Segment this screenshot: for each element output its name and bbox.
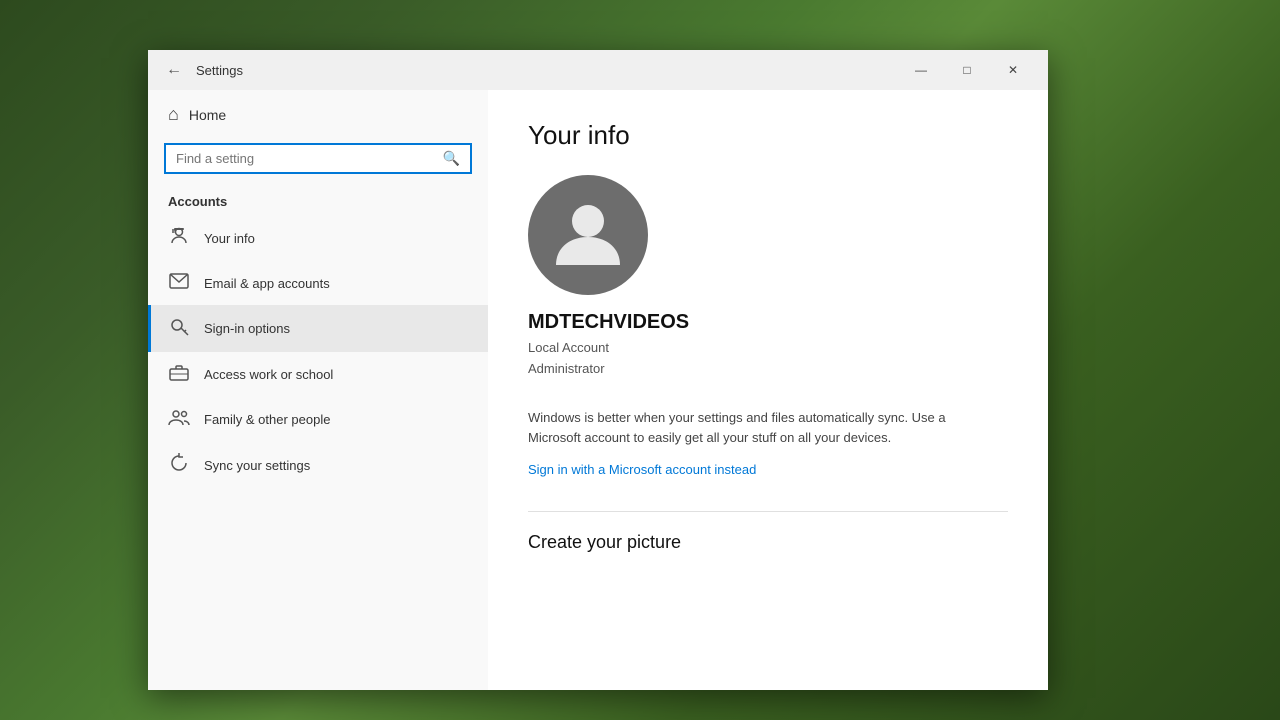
sync-settings-label: Sync your settings bbox=[204, 458, 310, 473]
user-name: MDTECHVIDEOS bbox=[528, 311, 689, 334]
avatar-section: MDTECHVIDEOS Local Account Administrator bbox=[528, 175, 1008, 380]
user-role-line1: Local Account bbox=[528, 338, 609, 359]
sidebar-item-sign-in-options[interactable]: Sign-in options bbox=[148, 305, 488, 352]
email-app-accounts-label: Email & app accounts bbox=[204, 276, 330, 291]
avatar-person-icon bbox=[548, 193, 628, 278]
main-content: Your info MDTECHVIDEOS Local Account Adm… bbox=[488, 90, 1048, 690]
search-input[interactable] bbox=[176, 151, 443, 166]
key-icon bbox=[168, 316, 190, 341]
settings-window: ← Settings — □ ✕ ⌂ Home 🔍 Account bbox=[148, 50, 1048, 690]
your-info-label: Your info bbox=[204, 231, 255, 246]
window-body: ⌂ Home 🔍 Accounts bbox=[148, 90, 1048, 690]
sidebar-item-family-other-people[interactable]: Family & other people bbox=[148, 397, 488, 442]
sidebar: ⌂ Home 🔍 Accounts bbox=[148, 90, 488, 690]
close-button[interactable]: ✕ bbox=[990, 54, 1036, 86]
group-icon bbox=[168, 408, 190, 431]
person-icon bbox=[168, 226, 190, 251]
accounts-section-heading: Accounts bbox=[148, 186, 488, 215]
briefcase-icon bbox=[168, 363, 190, 386]
sign-in-options-label: Sign-in options bbox=[204, 321, 290, 336]
family-other-people-label: Family & other people bbox=[204, 412, 330, 427]
search-container: 🔍 bbox=[148, 139, 488, 186]
email-icon bbox=[168, 273, 190, 294]
access-work-school-label: Access work or school bbox=[204, 367, 333, 382]
maximize-button[interactable]: □ bbox=[944, 54, 990, 86]
title-bar: ← Settings — □ ✕ bbox=[148, 50, 1048, 90]
create-picture-heading: Create your picture bbox=[528, 511, 1008, 553]
sync-icon bbox=[168, 453, 190, 478]
home-label: Home bbox=[189, 107, 226, 123]
back-button[interactable]: ← bbox=[160, 56, 188, 84]
window-title: Settings bbox=[196, 63, 898, 78]
sidebar-item-sync-settings[interactable]: Sync your settings bbox=[148, 442, 488, 489]
sync-message: Windows is better when your settings and… bbox=[528, 408, 968, 450]
search-box: 🔍 bbox=[164, 143, 472, 174]
sidebar-item-your-info[interactable]: Your info bbox=[148, 215, 488, 262]
sidebar-item-access-work-school[interactable]: Access work or school bbox=[148, 352, 488, 397]
user-role-line2: Administrator bbox=[528, 359, 605, 380]
home-icon: ⌂ bbox=[168, 104, 179, 125]
home-nav-item[interactable]: ⌂ Home bbox=[148, 90, 488, 139]
page-title: Your info bbox=[528, 120, 1008, 151]
microsoft-account-link[interactable]: Sign in with a Microsoft account instead bbox=[528, 462, 756, 477]
avatar bbox=[528, 175, 648, 295]
window-controls: — □ ✕ bbox=[898, 54, 1036, 86]
search-icon: 🔍 bbox=[443, 150, 460, 167]
sidebar-item-email-app-accounts[interactable]: Email & app accounts bbox=[148, 262, 488, 305]
minimize-button[interactable]: — bbox=[898, 54, 944, 86]
